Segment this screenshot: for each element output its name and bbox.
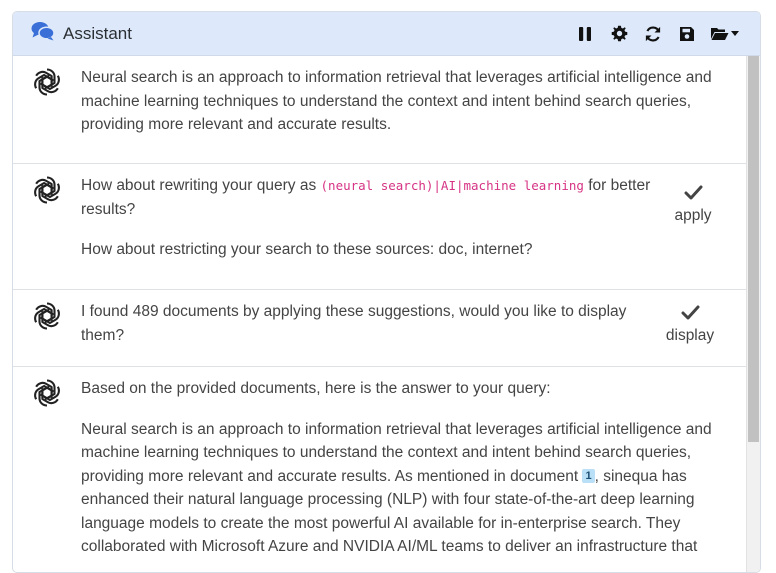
- pause-icon: [579, 26, 591, 41]
- assistant-header: Assistant: [13, 12, 760, 56]
- document-reference[interactable]: 1: [582, 468, 595, 483]
- message-display-suggestion: I found 489 documents by applying these …: [13, 290, 747, 367]
- pause-button[interactable]: [568, 19, 602, 49]
- caret-down-icon: [730, 31, 739, 36]
- answer-intro: Based on the provided documents, here is…: [81, 380, 551, 397]
- sources-suggestion: How about restricting your search to the…: [81, 241, 533, 258]
- message-paragraph: Neural search is an approach to informat…: [81, 69, 712, 133]
- refresh-button[interactable]: [636, 19, 670, 49]
- message-text: Neural search is an approach to informat…: [81, 66, 733, 163]
- check-icon: [681, 305, 699, 320]
- scrollbar-thumb[interactable]: [748, 56, 759, 442]
- assistant-panel: Assistant Neural search is an approach t…: [12, 11, 761, 573]
- panel-title: Assistant: [63, 23, 132, 43]
- message-paragraph: I found 489 documents by applying these …: [81, 303, 627, 344]
- assistant-avatar-icon: [31, 302, 63, 330]
- assistant-avatar-icon: [31, 176, 63, 204]
- settings-button[interactable]: [602, 19, 636, 49]
- gear-icon: [611, 25, 627, 42]
- rewrite-suggestion: How about rewriting your query as (neura…: [81, 174, 653, 221]
- message-list: Neural search is an approach to informat…: [13, 56, 760, 572]
- message-assistant-1: Neural search is an approach to informat…: [13, 56, 747, 164]
- save-button[interactable]: [670, 19, 704, 49]
- refresh-icon: [645, 26, 661, 41]
- open-menu-button[interactable]: [704, 19, 744, 49]
- display-label: display: [665, 327, 715, 344]
- vertical-scrollbar[interactable]: [746, 56, 760, 572]
- apply-label: apply: [674, 207, 712, 224]
- answer-paragraph: Neural search is an approach to informat…: [81, 418, 733, 559]
- save-icon: [680, 26, 694, 41]
- folder-open-icon: [710, 28, 728, 40]
- message-answer: Based on the provided documents, here is…: [13, 367, 747, 572]
- check-icon: [684, 185, 702, 200]
- message-text: I found 489 documents by applying these …: [81, 300, 641, 366]
- message-text: Based on the provided documents, here is…: [81, 377, 733, 572]
- message-text: How about rewriting your query as (neura…: [81, 174, 653, 289]
- message-suggestion-rewrite: How about rewriting your query as (neura…: [13, 164, 747, 290]
- chat-icon: [31, 21, 63, 46]
- assistant-avatar-icon: [31, 379, 63, 407]
- apply-button[interactable]: apply: [653, 174, 733, 289]
- assistant-avatar-icon: [31, 68, 63, 96]
- display-button[interactable]: display: [647, 300, 733, 366]
- header-toolbar: [568, 19, 760, 49]
- rewrite-prefix: How about rewriting your query as: [81, 177, 321, 194]
- suggested-query: (neural search)|AI|machine learning: [320, 178, 584, 193]
